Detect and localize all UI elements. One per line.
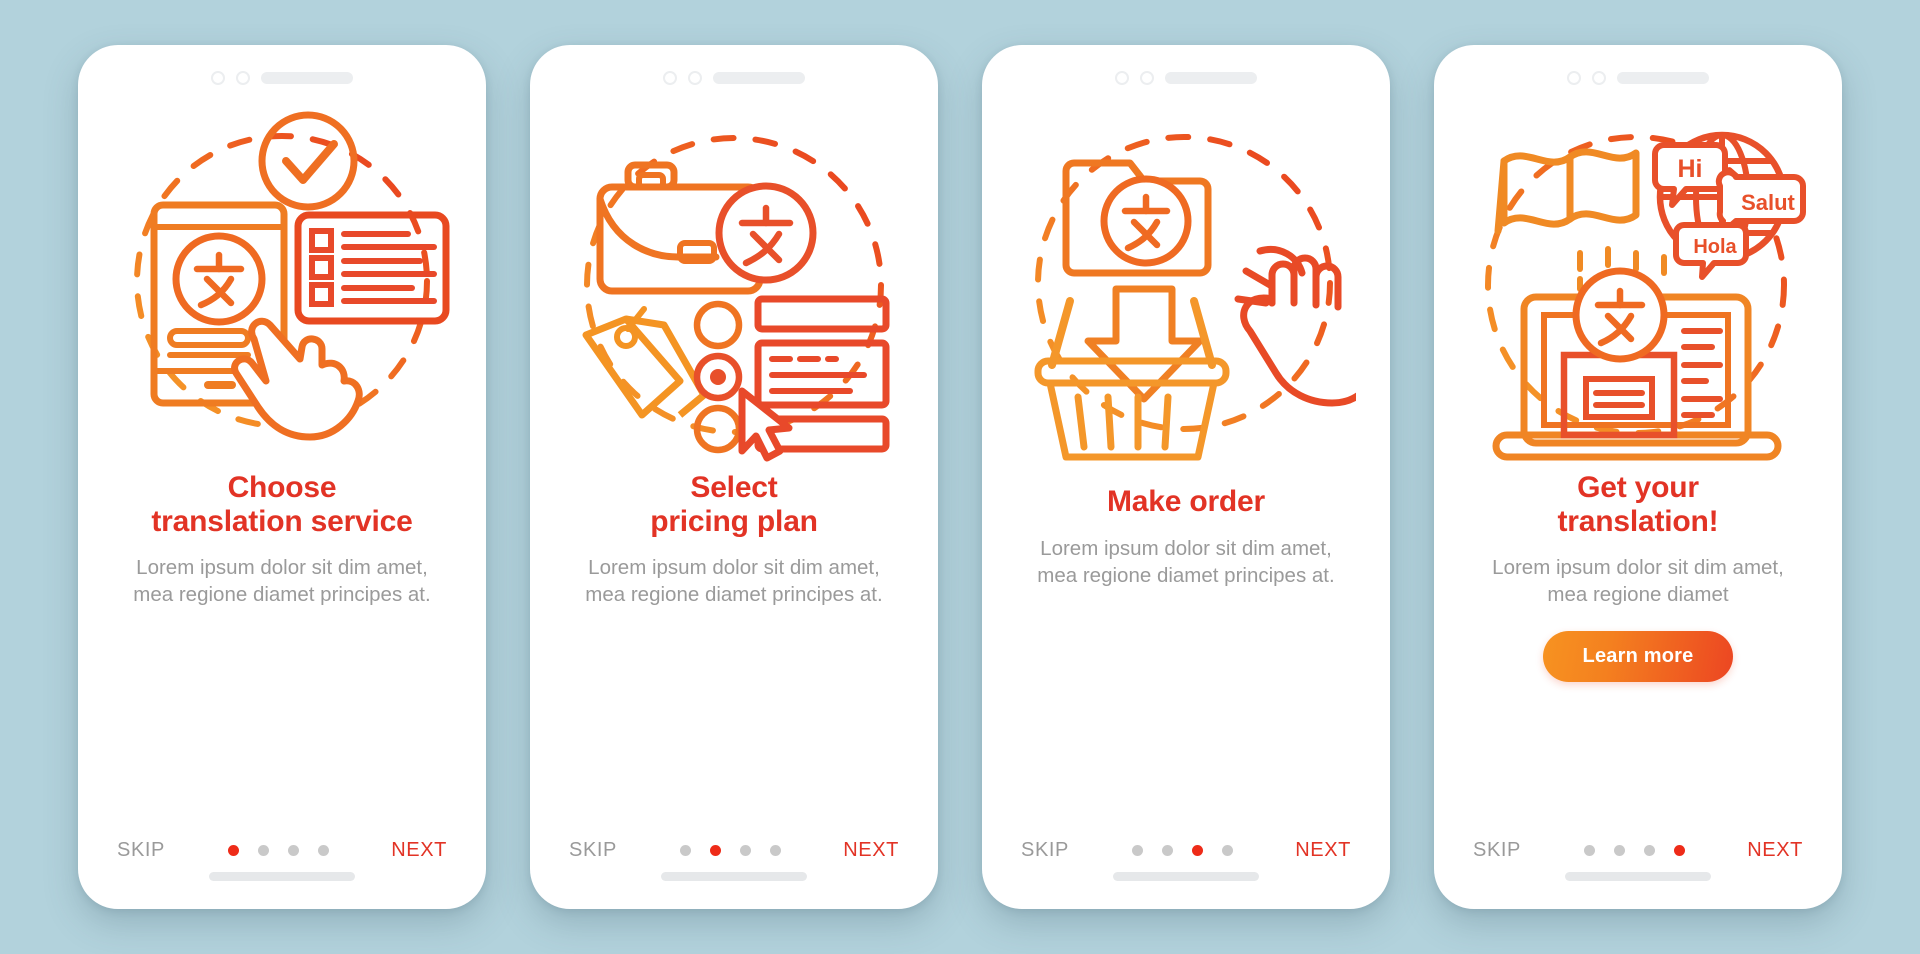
page-indicator-dots	[679, 845, 781, 856]
sensor-icon	[1140, 71, 1154, 85]
phone-top-bar	[78, 45, 486, 97]
page-title: Make order	[1107, 485, 1265, 519]
page-dot-3[interactable]	[287, 845, 299, 856]
next-button[interactable]: NEXT	[843, 839, 899, 862]
phone-top-bar	[530, 45, 938, 97]
sensor-icon	[688, 71, 702, 85]
phone-top-bar	[1434, 45, 1842, 97]
page-description: Lorem ipsum dolor sit dim amet, mea regi…	[1037, 536, 1335, 587]
select-pricing-plan-illustration	[564, 103, 904, 463]
page-dot-3[interactable]	[1191, 845, 1203, 856]
speaker-grille-icon	[1165, 72, 1257, 84]
screen-2-text-block: Select pricing plan Lorem ipsum dolor si…	[569, 463, 899, 839]
page-title: Select pricing plan	[650, 471, 818, 538]
sensor-icon	[236, 71, 250, 85]
page-description: Lorem ipsum dolor sit dim amet, mea regi…	[585, 556, 883, 607]
home-indicator	[1565, 872, 1711, 881]
next-button[interactable]: NEXT	[1747, 839, 1803, 862]
screen-1-text-block: Choose translation service Lorem ipsum d…	[117, 463, 447, 839]
page-indicator-dots	[1131, 845, 1233, 856]
page-dot-2[interactable]	[1161, 845, 1173, 856]
speech-bubble-salut-label: Salut	[1741, 190, 1795, 215]
page-dot-1[interactable]	[1131, 845, 1143, 856]
page-dot-2[interactable]	[709, 845, 721, 856]
camera-icon	[211, 71, 225, 85]
speech-bubble-hola-label: Hola	[1693, 236, 1737, 258]
onboarding-screen-3: Make order Lorem ipsum dolor sit dim ame…	[982, 45, 1390, 909]
title-line-2: translation!	[1557, 504, 1719, 538]
title-line-2: pricing plan	[650, 504, 818, 538]
skip-button[interactable]: SKIP	[117, 839, 165, 862]
navigation-row: SKIP NEXT	[117, 839, 447, 862]
page-dot-1[interactable]	[1583, 845, 1595, 856]
page-dot-2[interactable]	[1613, 845, 1625, 856]
speech-bubble-hi-label: Hi	[1678, 155, 1703, 183]
page-description: Lorem ipsum dolor sit dim amet, mea regi…	[133, 556, 431, 607]
home-indicator	[209, 872, 355, 881]
page-dot-4[interactable]	[1221, 845, 1233, 856]
camera-icon	[663, 71, 677, 85]
learn-more-button[interactable]: Learn more	[1542, 630, 1734, 682]
skip-button[interactable]: SKIP	[1021, 839, 1069, 862]
onboarding-screen-1: Choose translation service Lorem ipsum d…	[78, 45, 486, 909]
speaker-grille-icon	[261, 72, 353, 84]
home-indicator	[661, 872, 807, 881]
speaker-grille-icon	[713, 72, 805, 84]
page-title: Get your translation!	[1558, 471, 1719, 538]
onboarding-screen-2: Select pricing plan Lorem ipsum dolor si…	[530, 45, 938, 909]
page-dot-4[interactable]	[317, 845, 329, 856]
title-line-1: Select	[690, 471, 778, 504]
page-indicator-dots	[1583, 845, 1685, 856]
navigation-row: SKIP NEXT	[1021, 839, 1351, 862]
page-dot-2[interactable]	[257, 845, 269, 856]
skip-button[interactable]: SKIP	[1473, 839, 1521, 862]
next-button[interactable]: NEXT	[1295, 839, 1351, 862]
page-dot-4[interactable]	[769, 845, 781, 856]
screen-3-text-block: Make order Lorem ipsum dolor sit dim ame…	[1021, 463, 1351, 839]
skip-button[interactable]: SKIP	[569, 839, 617, 862]
title-line-1: Get your	[1577, 471, 1699, 504]
make-order-illustration	[1016, 103, 1356, 463]
choose-translation-service-illustration	[112, 103, 452, 463]
phone-top-bar	[982, 45, 1390, 97]
page-dot-1[interactable]	[679, 845, 691, 856]
page-dot-4[interactable]	[1673, 845, 1685, 856]
screen-4-text-block: Get your translation! Lorem ipsum dolor …	[1473, 463, 1803, 839]
next-button[interactable]: NEXT	[391, 839, 447, 862]
camera-icon	[1567, 71, 1581, 85]
title-line-1: Choose	[227, 471, 337, 504]
get-your-translation-illustration: Hi Salut Hola	[1468, 103, 1808, 463]
page-title: Choose translation service	[151, 471, 413, 538]
onboarding-screen-4: Hi Salut Hola Get your translation! Lore…	[1434, 45, 1842, 909]
title-line-1: Make order	[1106, 485, 1266, 518]
navigation-row: SKIP NEXT	[1473, 839, 1803, 862]
sensor-icon	[1592, 71, 1606, 85]
page-indicator-dots	[227, 845, 329, 856]
title-line-2: translation service	[151, 504, 413, 538]
page-dot-3[interactable]	[1643, 845, 1655, 856]
page-dot-3[interactable]	[739, 845, 751, 856]
onboarding-screens-container: Choose translation service Lorem ipsum d…	[0, 0, 1920, 954]
page-dot-1[interactable]	[227, 845, 239, 856]
speaker-grille-icon	[1617, 72, 1709, 84]
home-indicator	[1113, 872, 1259, 881]
page-description: Lorem ipsum dolor sit dim amet, mea regi…	[1492, 556, 1784, 607]
camera-icon	[1115, 71, 1129, 85]
navigation-row: SKIP NEXT	[569, 839, 899, 862]
